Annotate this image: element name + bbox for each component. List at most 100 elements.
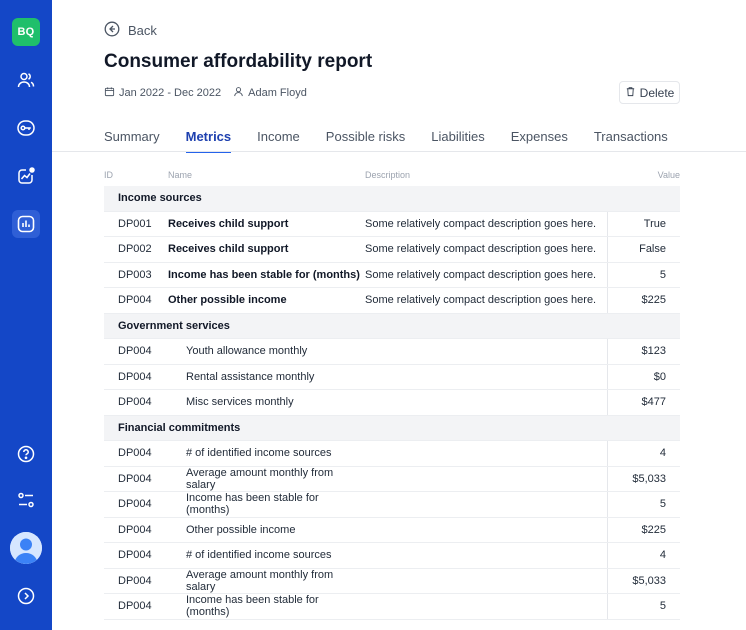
page-title: Consumer affordability report: [104, 51, 373, 72]
cell-name: Average amount monthly from salary: [186, 466, 334, 491]
group-header: Income sources: [104, 186, 680, 212]
cell-name: Income has been stable for (months): [186, 594, 319, 619]
tab-metrics[interactable]: Metrics: [185, 129, 232, 153]
group-header: Government services: [104, 313, 680, 339]
cell-value: 4: [607, 441, 680, 466]
cell-name: Other possible income: [186, 523, 296, 536]
brand-logo[interactable]: BQ: [12, 18, 40, 46]
user-icon: [233, 86, 244, 100]
table-row[interactable]: DP003 Income has been stable for (months…: [104, 262, 680, 288]
cell-value: $0: [607, 364, 680, 389]
cell-id: DP004: [118, 472, 152, 485]
cell-name: Rental assistance monthly: [186, 370, 315, 383]
tab-transactions[interactable]: Transactions: [594, 129, 668, 153]
cell-id: DP004: [118, 600, 152, 613]
tabs-divider: [52, 151, 746, 152]
cell-id: DP004: [118, 574, 152, 587]
cell-id: DP004: [118, 396, 152, 409]
cell-id: DP004: [118, 447, 152, 460]
calendar-icon: [104, 86, 115, 100]
trend-icon[interactable]: [14, 164, 38, 188]
column-header-name[interactable]: Name: [168, 170, 365, 180]
table-row[interactable]: DP004 Income has been stable for (months…: [104, 492, 680, 518]
cell-description: Some relatively compact description goes…: [365, 243, 597, 256]
tab-summary[interactable]: Summary: [104, 129, 160, 153]
cell-value: $225: [607, 288, 680, 313]
expand-sidebar-icon[interactable]: [14, 584, 38, 608]
cell-value: True: [607, 211, 680, 236]
cell-id: DP004: [118, 294, 152, 307]
cell-name: Receives child support: [168, 217, 289, 230]
chart-icon[interactable]: [12, 210, 40, 238]
cell-value: $225: [607, 517, 680, 542]
delete-label: Delete: [639, 85, 675, 100]
cell-value: $477: [607, 390, 680, 415]
table-row[interactable]: DP004 Misc services monthly $477: [104, 390, 680, 416]
tab-possible-risks[interactable]: Possible risks: [326, 129, 405, 153]
trash-icon: [625, 86, 636, 100]
table-row[interactable]: DP004 Other possible income $225: [104, 517, 680, 543]
tab-bar: Summary Metrics Income Possible risks Li…: [104, 129, 694, 153]
table-row[interactable]: DP004 Youth allowance monthly $123: [104, 339, 680, 365]
table-row[interactable]: DP004 Average amount monthly from salary…: [104, 568, 680, 594]
table-row[interactable]: DP004 # of identified income sources 4: [104, 441, 680, 467]
report-meta: Jan 2022 - Dec 2022 Adam Floyd: [104, 86, 307, 100]
cell-name: Income has been stable for (months): [186, 492, 319, 517]
sidebar: BQ: [0, 0, 52, 630]
cell-value: $5,033: [607, 466, 680, 491]
back-label: Back: [128, 23, 157, 38]
column-header-id[interactable]: ID: [104, 170, 168, 180]
cell-name: # of identified income sources: [186, 447, 332, 460]
cell-value: 4: [607, 543, 680, 568]
group-header: Financial commitments: [104, 415, 680, 441]
cell-name: Receives child support: [168, 243, 289, 256]
cell-value: False: [607, 237, 680, 262]
cell-id: DP001: [118, 217, 152, 230]
cell-value: 5: [607, 262, 680, 287]
cell-name: Income has been stable for (months): [168, 268, 360, 281]
owner-name: Adam Floyd: [248, 87, 307, 99]
avatar[interactable]: [10, 532, 42, 564]
cell-id: DP002: [118, 243, 152, 256]
cell-value: $123: [607, 339, 680, 364]
cell-id: DP003: [118, 268, 152, 281]
cell-id: DP004: [118, 345, 152, 358]
table-row[interactable]: DP004 Rental assistance monthly $0: [104, 364, 680, 390]
date-range-text: Jan 2022 - Dec 2022: [119, 87, 222, 99]
cell-id: DP004: [118, 370, 152, 383]
cell-name: Other possible income: [168, 294, 287, 307]
column-header-description[interactable]: Description: [365, 170, 607, 180]
cell-id: DP004: [118, 498, 152, 511]
users-icon[interactable]: [14, 68, 38, 92]
table-row[interactable]: DP004 # of identified income sources 4: [104, 543, 680, 569]
tab-liabilities[interactable]: Liabilities: [431, 129, 484, 153]
metrics-table: ID Name Description Value Income sources…: [104, 164, 680, 620]
cell-name: # of identified income sources: [186, 549, 332, 562]
cell-name: Misc services monthly: [186, 396, 294, 409]
back-link[interactable]: Back: [104, 21, 157, 40]
cell-name: Average amount monthly from salary: [186, 568, 334, 593]
table-row[interactable]: DP004 Other possible income Some relativ…: [104, 288, 680, 314]
date-range: Jan 2022 - Dec 2022: [104, 86, 221, 100]
help-icon[interactable]: [14, 442, 38, 466]
table-row[interactable]: DP004 Average amount monthly from salary…: [104, 466, 680, 492]
tab-income[interactable]: Income: [257, 129, 300, 153]
settings-icon[interactable]: [14, 488, 38, 512]
table-row[interactable]: DP001 Receives child support Some relati…: [104, 211, 680, 237]
table-row[interactable]: DP004 Income has been stable for (months…: [104, 594, 680, 620]
cell-description: Some relatively compact description goes…: [365, 217, 597, 230]
table-header: ID Name Description Value: [104, 164, 680, 186]
table-row[interactable]: DP002 Receives child support Some relati…: [104, 237, 680, 263]
cell-id: DP004: [118, 523, 152, 536]
delete-button[interactable]: Delete: [619, 81, 680, 104]
tab-expenses[interactable]: Expenses: [511, 129, 568, 153]
cell-name: Youth allowance monthly: [186, 345, 308, 358]
column-header-value[interactable]: Value: [607, 164, 680, 186]
cell-value: 5: [607, 492, 680, 517]
cell-description: Some relatively compact description goes…: [365, 294, 597, 307]
cell-description: Some relatively compact description goes…: [365, 268, 597, 281]
key-icon[interactable]: [14, 116, 38, 140]
report-owner: Adam Floyd: [233, 86, 307, 100]
cell-value: 5: [607, 594, 680, 619]
cell-value: $5,033: [607, 568, 680, 593]
